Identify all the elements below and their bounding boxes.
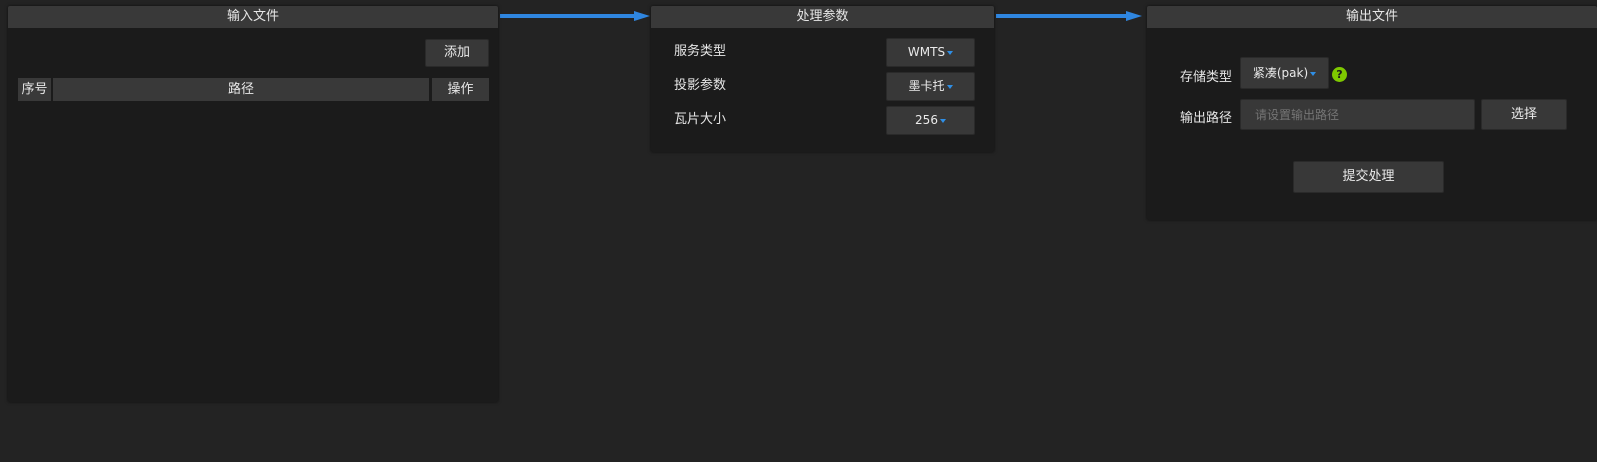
output-path-label: 输出路径: [1180, 111, 1233, 126]
chevron-down-icon: [946, 84, 953, 89]
input-files-panel: 输入文件 添加 序号 路径 操作: [8, 6, 498, 402]
service-type-label: 服务类型: [674, 44, 727, 59]
projection-value: 墨卡托: [908, 79, 945, 93]
submit-button[interactable]: 提交处理: [1293, 161, 1444, 193]
help-icon[interactable]: ?: [1332, 67, 1347, 82]
tile-size-value: 256: [915, 113, 938, 127]
chevron-down-icon: [947, 50, 954, 55]
column-action[interactable]: 操作: [432, 78, 489, 101]
tile-size-label: 瓦片大小: [674, 112, 727, 127]
choose-path-button[interactable]: 选择: [1481, 99, 1567, 130]
storage-type-label: 存储类型: [1180, 70, 1233, 85]
flow-arrow-1-head: [634, 11, 650, 21]
add-file-button[interactable]: 添加: [425, 39, 489, 67]
flow-arrow-1: [500, 14, 634, 18]
output-title: 输出文件: [1147, 6, 1597, 28]
storage-type-select[interactable]: 紧凑(pak): [1240, 57, 1329, 89]
flow-arrow-2-head: [1126, 11, 1142, 21]
flow-arrow-2: [996, 14, 1126, 18]
input-files-title: 输入文件: [8, 6, 498, 28]
chevron-down-icon: [939, 118, 946, 123]
output-panel: 输出文件 存储类型 紧凑(pak) ? 输出路径 选择 提交处理: [1147, 6, 1597, 220]
column-index[interactable]: 序号: [18, 78, 51, 101]
tile-size-select[interactable]: 256: [886, 106, 975, 135]
service-type-select[interactable]: WMTS: [886, 38, 975, 67]
projection-label: 投影参数: [674, 78, 727, 93]
params-panel: 处理参数 服务类型 WMTS 投影参数 墨卡托 瓦片大小 256: [651, 6, 994, 152]
file-table-header: 序号 路径 操作: [18, 78, 489, 101]
column-path[interactable]: 路径: [53, 78, 429, 101]
storage-type-value: 紧凑(pak): [1252, 66, 1309, 80]
chevron-down-icon: [1310, 71, 1317, 76]
output-path-input[interactable]: [1240, 99, 1475, 130]
projection-select[interactable]: 墨卡托: [886, 72, 975, 101]
service-type-value: WMTS: [907, 45, 946, 59]
params-title: 处理参数: [651, 6, 994, 28]
